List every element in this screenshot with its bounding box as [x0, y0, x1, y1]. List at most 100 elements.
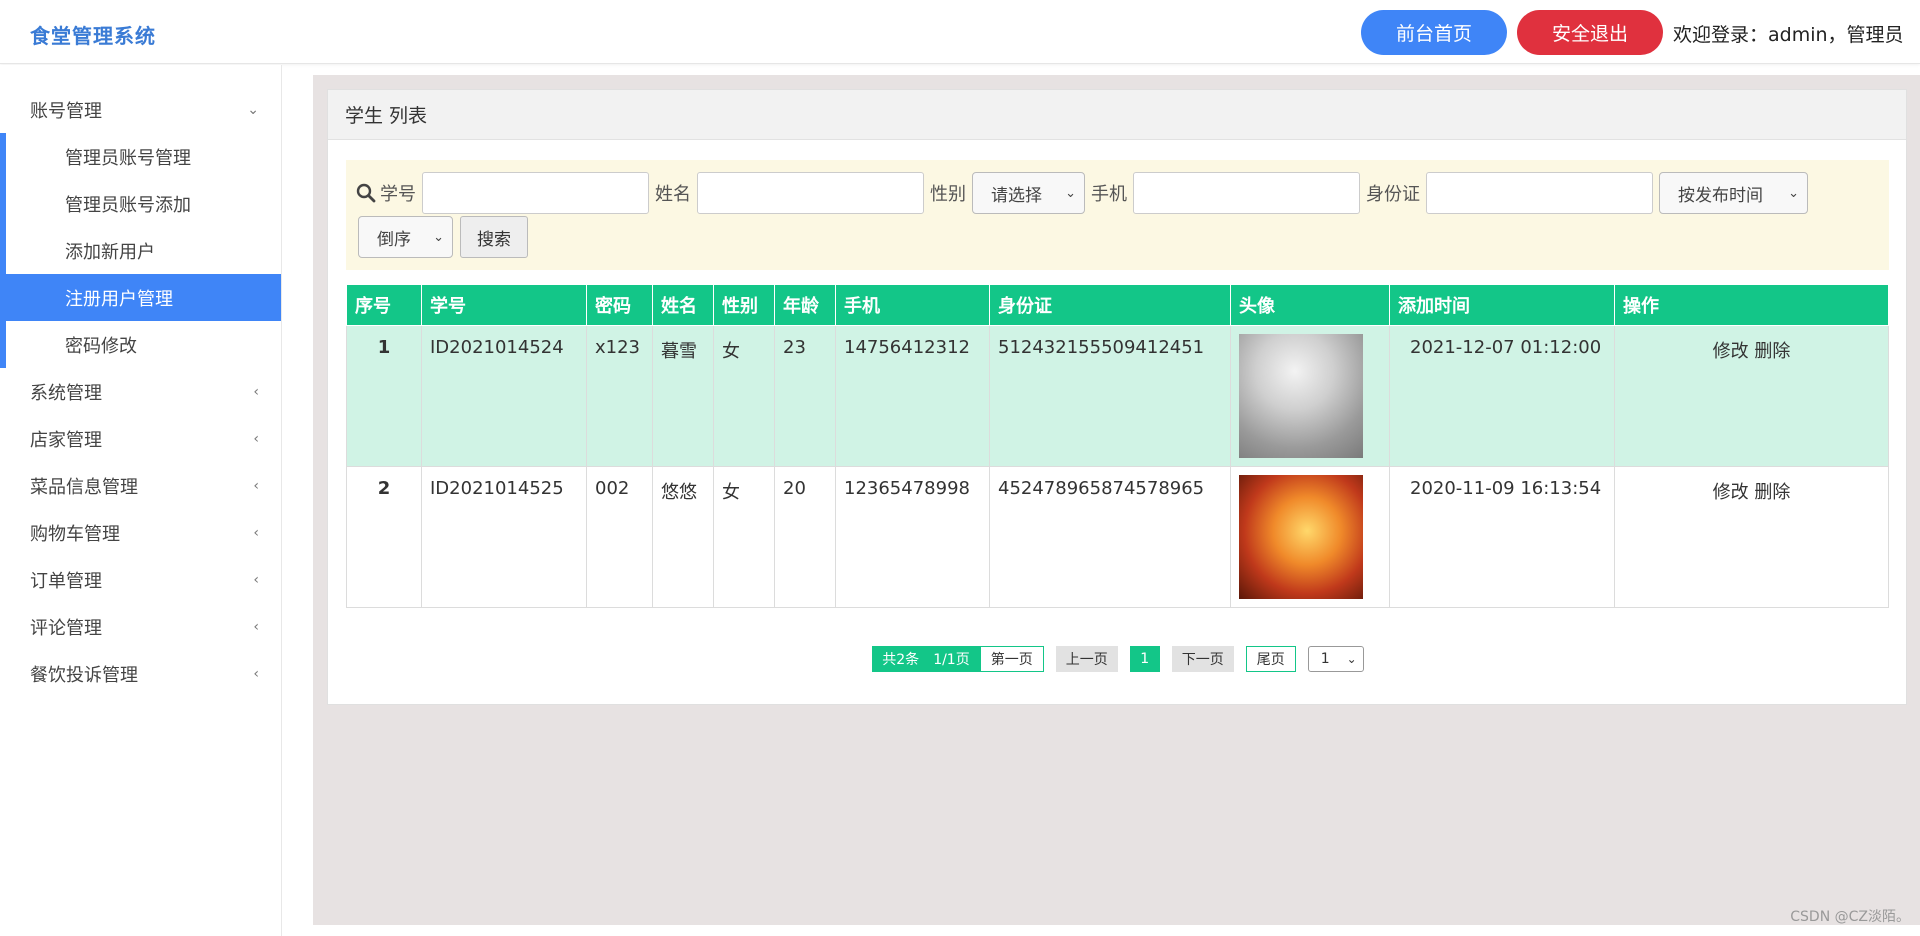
sidebar-group-label: 店家管理 [30, 429, 102, 451]
chevron-left-icon: ‹ [253, 619, 259, 635]
chevron-left-icon: ‹ [253, 525, 259, 541]
pagination-page-info: 1/1页 [933, 652, 970, 668]
pagination-total: 共2条 [882, 652, 920, 668]
chevron-left-icon: ‹ [253, 572, 259, 588]
avatar-image[interactable] [1239, 475, 1363, 599]
cell-password: 002 [586, 466, 653, 608]
main-content: 学生 列表 学号 姓名 性别 请选择 ⌄ 手机 身份证 按发布时间 ⌄ 倒序 ⌄… [313, 75, 1920, 925]
sidebar-group-merchant[interactable]: 店家管理 ‹ [0, 415, 281, 462]
delete-link[interactable]: 删除 [1754, 482, 1790, 503]
pagination: 共2条 1/1页 第一页 上一页 1 下一页 尾页 1 ⌄ [328, 646, 1908, 672]
sidebar-group-label: 餐饮投诉管理 [30, 664, 138, 686]
welcome-text: 欢迎登录：admin，管理员 [1673, 24, 1904, 46]
cell-name: 悠悠 [652, 466, 714, 608]
col-gender: 性别 [713, 284, 775, 326]
watermark: CSDN @CZ淡陌。 [1790, 909, 1910, 925]
edit-link[interactable]: 修改 [1713, 482, 1749, 503]
chevron-down-icon: ⌄ [247, 102, 259, 118]
cell-student-id: ID2021014524 [421, 325, 587, 467]
table-row: 2 ID2021014525 002 悠悠 女 20 12365478998 4… [346, 466, 1889, 608]
app-brand[interactable]: 食堂管理系统 [30, 20, 156, 49]
prev-page-button[interactable]: 上一页 [1055, 646, 1118, 672]
cell-actions: 修改 删除 [1614, 466, 1889, 608]
col-idcard: 身份证 [989, 284, 1231, 326]
first-page-button[interactable]: 第一页 [979, 646, 1044, 672]
cell-gender: 女 [713, 466, 775, 608]
idcard-label: 身份证 [1366, 184, 1420, 205]
sidebar-item-registered-users[interactable]: 注册用户管理 [6, 274, 281, 321]
cell-student-id: ID2021014525 [421, 466, 587, 608]
chevron-left-icon: ‹ [253, 384, 259, 400]
cell-phone: 12365478998 [835, 466, 990, 608]
phone-label: 手机 [1091, 184, 1127, 205]
cell-age: 20 [774, 466, 836, 608]
chevron-left-icon: ‹ [253, 431, 259, 447]
student-id-label: 学号 [380, 184, 416, 205]
next-page-button[interactable]: 下一页 [1171, 646, 1234, 672]
cell-age: 23 [774, 325, 836, 467]
sidebar-group-comments[interactable]: 评论管理 ‹ [0, 603, 281, 650]
chevron-left-icon: ‹ [253, 666, 259, 682]
chevron-down-icon: ⌄ [1346, 652, 1357, 666]
cell-added-time: 2021-12-07 01:12:00 [1389, 325, 1615, 467]
sidebar-group-label: 评论管理 [30, 617, 102, 639]
delete-link[interactable]: 删除 [1754, 341, 1790, 362]
sidebar-group-label: 购物车管理 [30, 523, 120, 545]
avatar-image[interactable] [1239, 334, 1363, 458]
search-row-1: 学号 姓名 性别 请选择 ⌄ 手机 身份证 按发布时间 ⌄ [356, 172, 1808, 214]
cell-idcard: 512432155509412451 [989, 325, 1231, 467]
phone-input[interactable] [1133, 172, 1360, 214]
col-phone: 手机 [835, 284, 990, 326]
edit-link[interactable]: 修改 [1713, 341, 1749, 362]
cell-avatar [1230, 466, 1390, 608]
col-student-id: 学号 [421, 284, 587, 326]
sidebar-group-cart[interactable]: 购物车管理 ‹ [0, 509, 281, 556]
sidebar: 账号管理 ⌄ 管理员账号管理 管理员账号添加 添加新用户 注册用户管理 密码修改… [0, 65, 282, 936]
cell-avatar [1230, 325, 1390, 467]
page-jump-select[interactable]: 1 ⌄ [1307, 646, 1364, 672]
col-avatar: 头像 [1230, 284, 1390, 326]
frontend-home-button[interactable]: 前台首页 [1361, 10, 1507, 55]
col-name: 姓名 [652, 284, 714, 326]
gender-select[interactable]: 请选择 ⌄ [972, 172, 1085, 214]
cell-idcard: 452478965874578965 [989, 466, 1231, 608]
student-table: 序号 学号 密码 姓名 性别 年龄 手机 身份证 头像 添加时间 操作 1 ID… [346, 284, 1889, 608]
top-header: 食堂管理系统 前台首页 安全退出 欢迎登录：admin，管理员 [0, 0, 1920, 64]
page-jump-value: 1 [1320, 651, 1330, 667]
name-input[interactable] [697, 172, 924, 214]
sort-field-select[interactable]: 按发布时间 ⌄ [1659, 172, 1808, 214]
gender-label: 性别 [930, 184, 966, 205]
name-label: 姓名 [655, 184, 691, 205]
sidebar-group-dishes[interactable]: 菜品信息管理 ‹ [0, 462, 281, 509]
sidebar-group-label: 菜品信息管理 [30, 476, 138, 498]
sort-order-select[interactable]: 倒序 ⌄ [358, 216, 453, 258]
sidebar-group-account[interactable]: 账号管理 ⌄ [0, 86, 281, 133]
cell-gender: 女 [713, 325, 775, 467]
sidebar-item-change-password[interactable]: 密码修改 [6, 321, 281, 368]
last-page-button[interactable]: 尾页 [1245, 646, 1296, 672]
search-button[interactable]: 搜索 [460, 216, 528, 258]
col-password: 密码 [586, 284, 653, 326]
chevron-down-icon: ⌄ [1065, 185, 1076, 201]
table-row: 1 ID2021014524 x123 暮雪 女 23 14756412312 … [346, 325, 1889, 467]
idcard-input[interactable] [1426, 172, 1653, 214]
sidebar-group-system[interactable]: 系统管理 ‹ [0, 368, 281, 415]
sidebar-item-admin-accounts[interactable]: 管理员账号管理 [6, 133, 281, 180]
cell-seq: 1 [346, 325, 422, 467]
sidebar-item-add-user[interactable]: 添加新用户 [6, 227, 281, 274]
sidebar-group-complaints[interactable]: 餐饮投诉管理 ‹ [0, 650, 281, 697]
sidebar-submenu-account: 管理员账号管理 管理员账号添加 添加新用户 注册用户管理 密码修改 [0, 133, 281, 368]
current-page-button[interactable]: 1 [1129, 646, 1160, 672]
cell-added-time: 2020-11-09 16:13:54 [1389, 466, 1615, 608]
sort-order-value: 倒序 [377, 229, 411, 250]
student-id-input[interactable] [422, 172, 649, 214]
sidebar-group-label: 账号管理 [30, 100, 102, 122]
logout-button[interactable]: 安全退出 [1517, 10, 1663, 55]
chevron-down-icon: ⌄ [433, 229, 444, 245]
search-row-2: 倒序 ⌄ 搜索 [358, 216, 528, 258]
panel-title: 学生 列表 [328, 90, 1906, 140]
sidebar-item-admin-add[interactable]: 管理员账号添加 [6, 180, 281, 227]
chevron-down-icon: ⌄ [1788, 185, 1799, 201]
search-icon [356, 183, 376, 203]
sidebar-group-orders[interactable]: 订单管理 ‹ [0, 556, 281, 603]
